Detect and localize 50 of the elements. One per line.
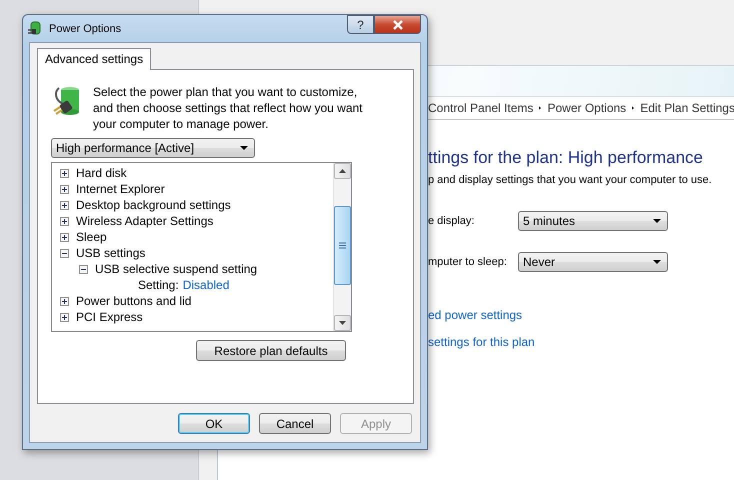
- restore-defaults-button[interactable]: Restore plan defaults: [196, 340, 346, 361]
- breadcrumb-item[interactable]: Control Panel Items: [428, 101, 534, 115]
- setting-dropdown[interactable]: 5 minutes: [518, 211, 668, 231]
- expand-icon[interactable]: [60, 168, 69, 178]
- tree-item[interactable]: USB selective suspend setting: [95, 262, 258, 276]
- window-title: Power Options: [49, 22, 122, 34]
- tree-item[interactable]: Internet Explorer: [76, 182, 165, 196]
- close-icon: [392, 20, 404, 30]
- setting-value-link[interactable]: Disabled: [182, 278, 230, 292]
- expand-icon[interactable]: [60, 312, 69, 322]
- settings-link[interactable]: settings for this plan: [428, 335, 734, 349]
- tree-item[interactable]: Wireless Adapter Settings: [76, 214, 214, 228]
- scroll-thumb[interactable]: [334, 206, 351, 285]
- caret-icon: [653, 260, 661, 264]
- intro-text: Select the power plan that you want to customize, and then choose settings that reflect how you want your computer to manage power.: [93, 84, 364, 132]
- page-heading: ttings for the plan: High performance: [428, 148, 704, 168]
- tree-item[interactable]: Desktop background settings: [76, 198, 231, 212]
- tree-item[interactable]: USB settings: [76, 246, 146, 260]
- setting-label: mputer to sleep:: [428, 256, 508, 268]
- collapse-icon[interactable]: [79, 264, 88, 274]
- separator-arrow-icon: [539, 104, 542, 112]
- expand-icon[interactable]: [60, 216, 69, 226]
- tree-item[interactable]: PCI Express: [76, 310, 143, 324]
- caret-icon: [653, 219, 661, 223]
- settings-link[interactable]: ed power settings: [428, 308, 734, 322]
- caret-icon: [240, 146, 248, 150]
- page-description: p and display settings that you want your computer to use.: [428, 174, 713, 186]
- expand-icon[interactable]: [60, 200, 69, 210]
- expand-icon[interactable]: [60, 184, 69, 194]
- dialog-button[interactable]: Cancel: [259, 413, 331, 434]
- expand-icon[interactable]: [60, 232, 69, 242]
- tree-item[interactable]: Power buttons and lid: [76, 294, 192, 308]
- separator-arrow-icon: [632, 104, 634, 112]
- scroll-down-icon[interactable]: [334, 315, 351, 331]
- tab[interactable]: Advanced settings: [37, 48, 152, 70]
- help-button[interactable]: ?: [347, 15, 374, 34]
- setting-label: Setting:: [138, 278, 179, 292]
- expand-icon[interactable]: [60, 296, 69, 306]
- close-button[interactable]: [374, 15, 421, 34]
- power-plan-dropdown[interactable]: High performance [Active]: [51, 138, 255, 158]
- tree-item[interactable]: Sleep: [76, 230, 107, 244]
- battery-plug-icon: [27, 20, 43, 36]
- scrollbar[interactable]: [333, 163, 351, 331]
- scroll-up-icon[interactable]: [334, 163, 351, 179]
- setting-dropdown[interactable]: Never: [518, 252, 668, 272]
- collapse-icon[interactable]: [60, 248, 69, 258]
- breadcrumb-item[interactable]: Power Options: [547, 101, 626, 115]
- dialog-button[interactable]: OK: [178, 413, 250, 434]
- tree-item[interactable]: Hard disk: [76, 166, 127, 180]
- setting-label: e display:: [428, 215, 476, 227]
